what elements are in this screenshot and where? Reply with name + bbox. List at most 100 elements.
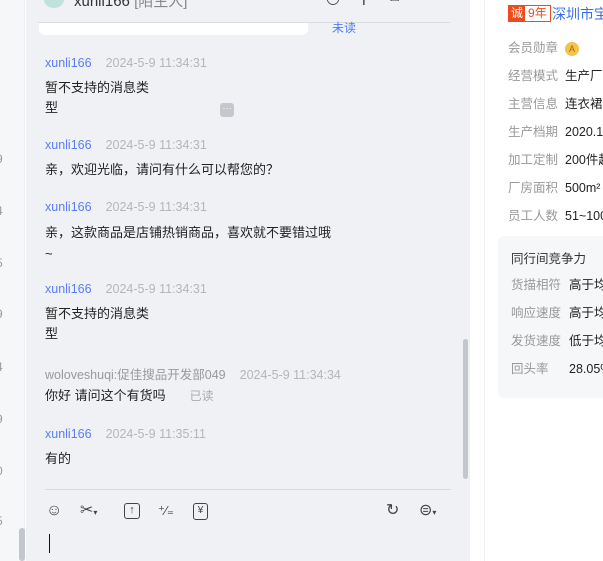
quick-reply-icon[interactable]: ⊜▾ <box>419 501 436 523</box>
value: 28.05% <box>569 362 603 376</box>
message: xunli166 2024-5-9 11:35:11 有的 <box>45 427 206 469</box>
fragment: 5 <box>0 514 3 528</box>
label: 货描相符 <box>511 278 562 292</box>
timestamp: 2024-5-9 11:34:31 <box>105 138 207 152</box>
sender[interactable]: xunli166 <box>45 56 92 70</box>
value: 低于均 <box>569 334 603 348</box>
competition-row: 货描相符 高于均 <box>511 274 603 293</box>
info-row: 加工定制 200件起 <box>508 149 603 168</box>
label: 员工人数 <box>508 209 559 223</box>
label: 厂房面积 <box>508 181 559 195</box>
chat-header: xunli166 [陌生人] ◷ ⚲ ⧉ — <box>26 0 470 12</box>
sender[interactable]: xunli166 <box>45 138 92 152</box>
chat-scrollbar[interactable] <box>463 339 468 479</box>
divider <box>45 489 451 490</box>
add-user-icon[interactable]: ⚲ <box>358 0 370 8</box>
message-input[interactable] <box>49 534 50 553</box>
years: 9年 <box>528 6 547 20</box>
unread-status: 未读 <box>332 21 357 35</box>
shop-info-panel: 诚9年 深圳市宝 会员勋章 A 经营模式生产厂家 主营信息连衣裙; 生产档期 202… <box>484 0 603 561</box>
message-text: 型 <box>45 100 59 115</box>
credit-icon: 诚 <box>509 6 526 21</box>
invoice-icon[interactable]: ¥ <box>193 503 208 520</box>
competition-row: 发货速度 低于均 <box>511 330 603 349</box>
message: woloveshuqi:促佳搜品开发部049 2024-5-9 11:34:34 … <box>45 364 341 406</box>
chat-panel: xunli166 [陌生人] ◷ ⚲ ⧉ — 未读 xunli166 2024-5… <box>26 0 470 561</box>
competition-title: 同行间竞争力 <box>511 252 587 266</box>
value: 200件起 <box>565 153 603 167</box>
info-row: 生产档期 2020.1 <box>508 121 603 140</box>
message: xunli166 2024-5-9 11:34:31 亲，这款商品是店铺热销商品，… <box>45 200 331 264</box>
label: 生产档期 <box>508 125 559 139</box>
info-row: 员工人数 51~100 <box>508 205 603 224</box>
fragment: 5 <box>0 256 3 270</box>
competition-row: 回头率 28.05% <box>511 358 603 377</box>
message-text: 亲，这款商品是店铺热销商品，喜欢就不要错过哦 <box>45 225 332 240</box>
sender[interactable]: xunli166 <box>45 282 92 296</box>
medal-icon: A <box>565 42 579 56</box>
upload-icon[interactable]: ↑ <box>124 503 140 519</box>
avatar[interactable] <box>44 0 64 8</box>
value: 2020.1 <box>565 125 603 139</box>
info-row: 会员勋章 A <box>508 37 579 56</box>
left-panel: 9 4 5 9 4 9 0 5 <box>0 0 25 561</box>
sender[interactable]: xunli166 <box>45 200 92 214</box>
message-text: 暂不支持的消息类 <box>45 306 150 321</box>
timestamp: 2024-5-9 11:35:11 <box>105 427 206 441</box>
sender[interactable]: xunli166 <box>45 427 92 441</box>
message-text: 暂不支持的消息类 <box>45 80 150 95</box>
message: xunli166 2024-5-9 11:34:31 暂不支持的消息类型 <box>45 282 207 344</box>
contact-tag: [陌生人] <box>134 0 188 10</box>
company-link[interactable]: 深圳市宝 <box>552 4 603 24</box>
message-text: 亲，欢迎光临，请问有什么可以帮您的？ <box>45 162 280 177</box>
message-text: 你好 请问这个有货吗 <box>45 388 166 403</box>
message: xunli166 2024-5-9 11:34:31 暂不支持的消息类型 <box>45 56 207 118</box>
label: 响应速度 <box>511 306 562 320</box>
share-icon[interactable]: ↻ <box>386 501 399 521</box>
fragment: 9 <box>0 307 3 321</box>
timestamp: 2024-5-9 11:34:31 <box>105 56 207 70</box>
years-badge: 诚 9年 <box>508 5 551 22</box>
read-status: 已读 <box>189 389 214 403</box>
message-text: 型 <box>45 326 59 341</box>
scissors-icon[interactable]: ✂▾ <box>80 501 97 523</box>
minimize-icon[interactable]: — <box>434 0 450 6</box>
fragment: 4 <box>0 204 3 218</box>
emoji-icon[interactable]: ☺ <box>46 501 62 521</box>
label: 回头率 <box>511 362 549 376</box>
message: xunli166 2024-5-9 11:34:31 亲，欢迎光临，请问有什么可以… <box>45 138 279 180</box>
fragment: 9 <box>0 152 3 166</box>
label: 经营模式 <box>508 69 559 83</box>
timestamp: 2024-5-9 11:34:31 <box>105 200 207 214</box>
value: 高于均 <box>569 278 603 292</box>
fragment: 9 <box>0 412 3 426</box>
message-text: ~ <box>45 246 53 261</box>
value: 高于均 <box>569 306 603 320</box>
add-group-icon[interactable]: ⧉ <box>388 0 399 6</box>
info-row: 主营信息 连衣裙; <box>508 93 603 112</box>
clock-icon[interactable]: ◷ <box>326 0 340 8</box>
value: 连衣裙; <box>565 97 603 111</box>
more-icon[interactable]: ··· <box>220 103 234 117</box>
sender[interactable]: woloveshuqi:促佳搜品开发部049 <box>45 368 226 382</box>
timestamp: 2024-5-9 11:34:34 <box>239 368 341 382</box>
competition-row: 响应速度 高于均 <box>511 302 603 321</box>
label: 发货速度 <box>511 334 562 348</box>
label: 加工定制 <box>508 153 559 167</box>
product-card[interactable] <box>39 23 308 35</box>
info-row: 经营模式生产厂家 <box>508 65 603 84</box>
contact-name: xunli166 [陌生人] <box>74 0 187 11</box>
value: 500m² <box>565 181 601 195</box>
value: 生产厂家 <box>565 69 603 83</box>
info-row: 厂房面积 500m² <box>508 177 600 196</box>
value: 51~100 <box>565 209 603 223</box>
fragment: 4 <box>0 360 3 374</box>
label: 主营信息 <box>508 97 559 111</box>
fragment: 0 <box>0 464 3 478</box>
timestamp: 2024-5-9 11:34:31 <box>105 282 207 296</box>
competition-card: 同行间竞争力 货描相符高于均 响应速度高于均 发货速度低于均 回头率 28.05% <box>498 236 603 398</box>
label: 会员勋章 <box>508 41 559 55</box>
left-scrollbar[interactable] <box>19 528 25 561</box>
plus-minus-icon[interactable]: ⁺⁄₌ <box>158 501 174 521</box>
message-text: 有的 <box>45 451 72 466</box>
